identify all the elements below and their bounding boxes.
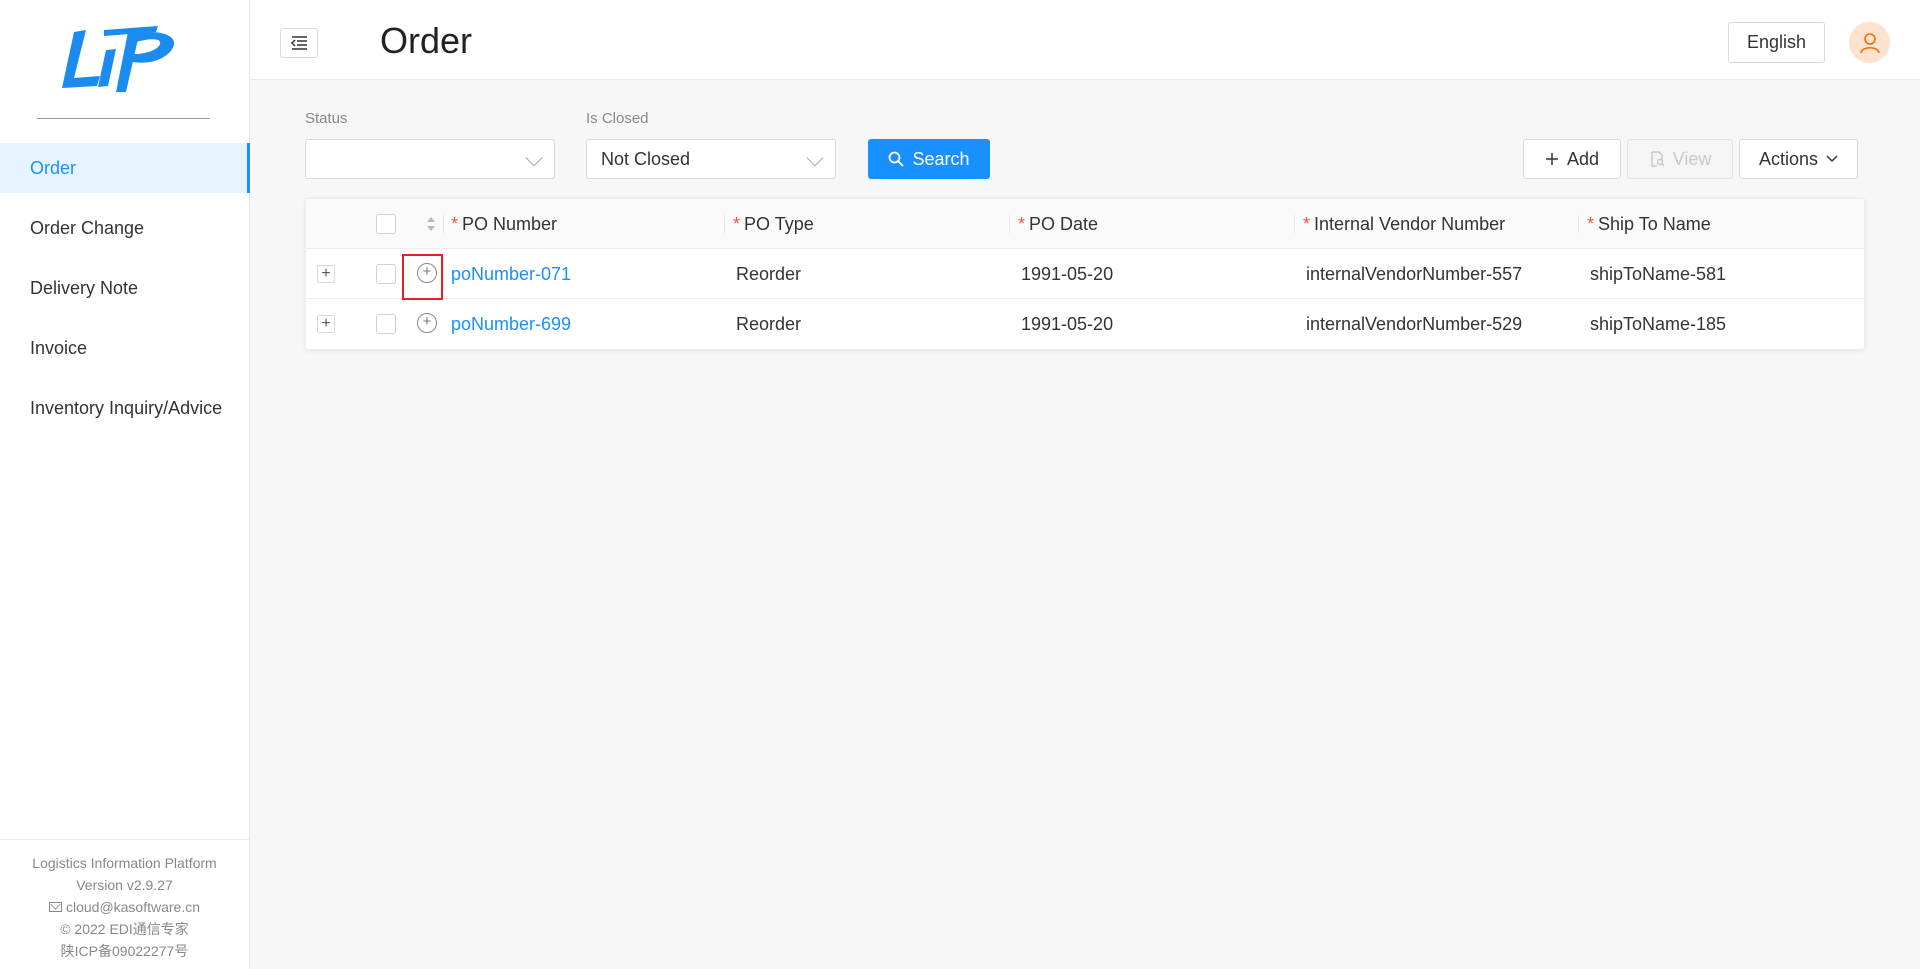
page-title: Order <box>380 20 473 61</box>
file-search-icon <box>1650 151 1665 167</box>
search-button[interactable]: Search <box>868 139 990 179</box>
sidebar-footer: Logistics Information Platform Version v… <box>0 839 249 969</box>
avatar[interactable] <box>1849 22 1890 63</box>
po-date-cell: 1991-05-20 <box>1021 264 1114 284</box>
sidebar-item-order[interactable]: Order <box>0 143 250 193</box>
row-expand-button[interactable]: + <box>317 315 335 333</box>
sidebar-item-order-change[interactable]: Order Change <box>0 203 249 253</box>
column-header-ship-to-name[interactable]: * Ship To Name <box>1587 199 1711 249</box>
menu-collapse-button[interactable] <box>280 28 318 58</box>
footer-platform: Logistics Information Platform <box>32 855 217 871</box>
chevron-down-icon <box>1826 155 1838 163</box>
highlight-box <box>402 254 443 300</box>
footer-version: Version v2.9.27 <box>76 877 173 893</box>
chevron-down-icon <box>525 149 543 167</box>
chevron-down-icon <box>806 149 824 167</box>
search-icon <box>889 151 905 167</box>
ship-to-name-cell: shipToName-581 <box>1590 264 1727 284</box>
actions-dropdown[interactable]: Actions <box>1739 139 1858 179</box>
row-checkbox[interactable] <box>376 314 396 334</box>
plus-icon <box>1545 153 1558 165</box>
sidebar-item-invoice[interactable]: Invoice <box>0 323 249 373</box>
po-date-cell: 1991-05-20 <box>1021 314 1114 334</box>
column-header-internal-vendor-number[interactable]: * Internal Vendor Number <box>1303 199 1505 249</box>
vendor-number-cell: internalVendorNumber-529 <box>1306 314 1523 334</box>
sidebar-item-inventory-inquiry[interactable]: Inventory Inquiry/Advice <box>0 383 249 433</box>
table-row: + + poNumber-071 Reorder 1991-05-20 inte… <box>306 249 1864 300</box>
status-select[interactable] <box>305 139 555 179</box>
language-button[interactable]: English <box>1727 22 1825 63</box>
column-separator <box>1009 215 1010 233</box>
footer-email-text: cloud@kasoftware.cn <box>65 899 201 915</box>
user-icon <box>1859 32 1880 53</box>
sidebar: Order Order Change Delivery Note Invoice… <box>0 0 250 969</box>
table-header-row: * PO Number * PO Type * PO Date * Internal V… <box>306 199 1864 249</box>
row-expand-button[interactable]: + <box>317 265 335 283</box>
menu-fold-icon <box>290 36 307 50</box>
po-type-cell: Reorder <box>736 314 802 334</box>
table-row: + + poNumber-699 Reorder 1991-05-20 inte… <box>306 299 1864 349</box>
footer-email[interactable]: cloud@kasoftware.cn <box>48 896 201 918</box>
is-closed-select[interactable]: Not Closed <box>586 139 836 179</box>
column-separator <box>724 215 725 233</box>
orders-table: * PO Number * PO Type * PO Date * Internal V… <box>305 198 1865 350</box>
ship-to-name-cell: shipToName-185 <box>1590 314 1727 334</box>
column-header-po-date[interactable]: * PO Date <box>1018 199 1098 249</box>
actions-button-label: Actions <box>1758 148 1819 169</box>
column-separator <box>443 215 444 233</box>
is-closed-select-value: Not Closed <box>601 149 691 169</box>
column-separator <box>1294 215 1295 233</box>
header: Order English <box>250 0 1920 80</box>
view-button[interactable]: View <box>1627 139 1733 179</box>
sidebar-menu: Order Order Change Delivery Note Invoice… <box>0 143 250 433</box>
view-button-label: View <box>1672 148 1712 169</box>
search-button-label: Search <box>912 148 970 169</box>
po-number-link[interactable]: poNumber-699 <box>451 299 571 349</box>
po-type-cell: Reorder <box>736 264 802 284</box>
column-header-po-type[interactable]: * PO Type <box>733 199 814 249</box>
mail-icon <box>48 902 62 912</box>
logo <box>0 0 249 120</box>
column-header-po-number[interactable]: * PO Number <box>451 199 557 249</box>
logo-divider <box>37 118 210 119</box>
footer-copyright: © 2022 EDI通信专家 <box>60 921 189 937</box>
po-number-link[interactable]: poNumber-071 <box>451 249 571 299</box>
add-button[interactable]: Add <box>1523 139 1621 179</box>
is-closed-label: Is Closed <box>586 110 649 127</box>
status-label: Status <box>305 110 348 127</box>
sidebar-item-delivery-note[interactable]: Delivery Note <box>0 263 249 313</box>
main-content: Status Is Closed Not Closed Search Add V… <box>250 81 1920 969</box>
lip-logo <box>61 26 174 92</box>
row-checkbox[interactable] <box>376 264 396 284</box>
select-all-checkbox[interactable] <box>376 214 396 234</box>
plus-circle-icon[interactable]: + <box>417 313 437 333</box>
add-button-label: Add <box>1566 148 1600 169</box>
vendor-number-cell: internalVendorNumber-557 <box>1306 264 1523 284</box>
footer-icp[interactable]: 陕ICP备09022277号 <box>0 940 249 962</box>
sort-icon[interactable] <box>424 213 438 235</box>
column-separator <box>1578 215 1579 233</box>
